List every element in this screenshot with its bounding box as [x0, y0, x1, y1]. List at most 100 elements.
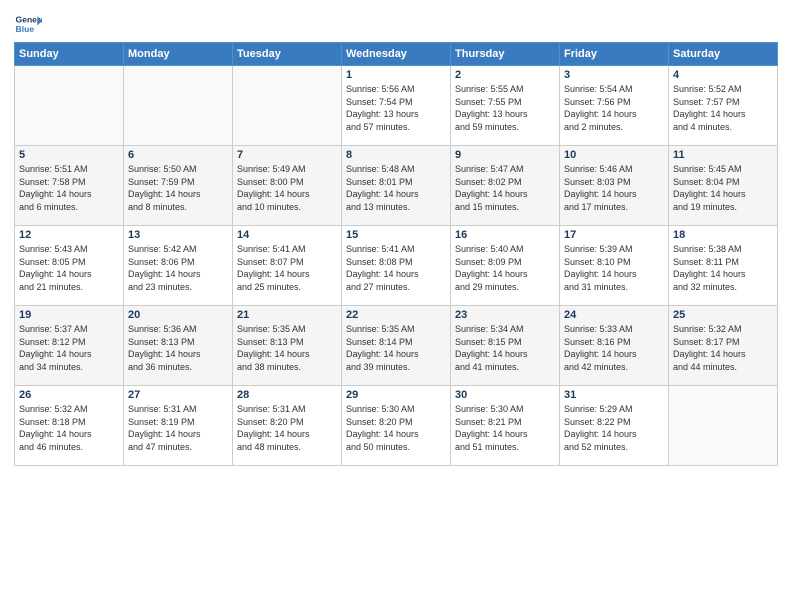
week-row-1: 5 Sunrise: 5:51 AM Sunset: 7:58 PM Daylig… [15, 146, 778, 226]
day-info: Sunrise: 5:45 AM Sunset: 8:04 PM Dayligh… [673, 163, 773, 213]
day-info: Sunrise: 5:47 AM Sunset: 8:02 PM Dayligh… [455, 163, 555, 213]
day-number: 29 [346, 389, 446, 401]
day-number: 28 [237, 389, 337, 401]
day-info: Sunrise: 5:31 AM Sunset: 8:19 PM Dayligh… [128, 403, 228, 453]
day-cell: 20Sunrise: 5:36 AM Sunset: 8:13 PM Dayli… [124, 306, 233, 386]
day-number: 27 [128, 389, 228, 401]
day-header-sunday: Sunday [15, 43, 124, 66]
day-cell: 4Sunrise: 5:52 AM Sunset: 7:57 PM Daylig… [669, 66, 778, 146]
day-info: Sunrise: 5:38 AM Sunset: 8:11 PM Dayligh… [673, 243, 773, 293]
day-number: 15 [346, 229, 446, 241]
day-cell: 1 Sunrise: 5:56 AM Sunset: 7:54 PM Daylig… [342, 66, 451, 146]
day-cell [15, 66, 124, 146]
calendar-header: SundayMondayTuesdayWednesdayThursdayFrid… [15, 43, 778, 66]
day-number: 19 [19, 309, 119, 321]
day-info: Sunrise: 5:46 AM Sunset: 8:03 PM Dayligh… [564, 163, 664, 213]
day-number: 14 [237, 229, 337, 241]
day-cell [669, 386, 778, 466]
day-cell [124, 66, 233, 146]
day-cell: 24Sunrise: 5:33 AM Sunset: 8:16 PM Dayli… [560, 306, 669, 386]
day-info: Sunrise: 5:35 AM Sunset: 8:13 PM Dayligh… [237, 323, 337, 373]
day-info: Sunrise: 5:37 AM Sunset: 8:12 PM Dayligh… [19, 323, 119, 373]
day-number: 6 [128, 149, 228, 161]
day-info: Sunrise: 5:35 AM Sunset: 8:14 PM Dayligh… [346, 323, 446, 373]
day-info: Sunrise: 5:43 AM Sunset: 8:05 PM Dayligh… [19, 243, 119, 293]
day-cell: 26 Sunrise: 5:32 AM Sunset: 8:18 PM Dayli… [15, 386, 124, 466]
day-cell: 19 Sunrise: 5:37 AM Sunset: 8:12 PM Dayli… [15, 306, 124, 386]
day-cell: 18 Sunrise: 5:38 AM Sunset: 8:11 PM Dayli… [669, 226, 778, 306]
week-row-0: 1 Sunrise: 5:56 AM Sunset: 7:54 PM Daylig… [15, 66, 778, 146]
day-number: 12 [19, 229, 119, 241]
day-number: 11 [673, 149, 773, 161]
day-info: Sunrise: 5:49 AM Sunset: 8:00 PM Dayligh… [237, 163, 337, 213]
day-cell: 11 Sunrise: 5:45 AM Sunset: 8:04 PM Dayli… [669, 146, 778, 226]
day-number: 17 [564, 229, 664, 241]
day-header-wednesday: Wednesday [342, 43, 451, 66]
day-number: 9 [455, 149, 555, 161]
day-cell: 9 Sunrise: 5:47 AM Sunset: 8:02 PM Daylig… [451, 146, 560, 226]
day-cell: 7Sunrise: 5:49 AM Sunset: 8:00 PM Daylig… [233, 146, 342, 226]
day-header-tuesday: Tuesday [233, 43, 342, 66]
day-cell: 29 Sunrise: 5:30 AM Sunset: 8:20 PM Dayli… [342, 386, 451, 466]
day-cell: 28 Sunrise: 5:31 AM Sunset: 8:20 PM Dayli… [233, 386, 342, 466]
day-info: Sunrise: 5:30 AM Sunset: 8:20 PM Dayligh… [346, 403, 446, 453]
day-info: Sunrise: 5:51 AM Sunset: 7:58 PM Dayligh… [19, 163, 119, 213]
day-info: Sunrise: 5:36 AM Sunset: 8:13 PM Dayligh… [128, 323, 228, 373]
svg-text:Blue: Blue [16, 24, 35, 34]
day-number: 1 [346, 69, 446, 81]
day-header-thursday: Thursday [451, 43, 560, 66]
day-header-friday: Friday [560, 43, 669, 66]
day-cell: 21 Sunrise: 5:35 AM Sunset: 8:13 PM Dayli… [233, 306, 342, 386]
day-info: Sunrise: 5:34 AM Sunset: 8:15 PM Dayligh… [455, 323, 555, 373]
week-row-4: 26 Sunrise: 5:32 AM Sunset: 8:18 PM Dayli… [15, 386, 778, 466]
day-header-saturday: Saturday [669, 43, 778, 66]
day-cell: 25Sunrise: 5:32 AM Sunset: 8:17 PM Dayli… [669, 306, 778, 386]
day-info: Sunrise: 5:56 AM Sunset: 7:54 PM Dayligh… [346, 83, 446, 133]
day-info: Sunrise: 5:30 AM Sunset: 8:21 PM Dayligh… [455, 403, 555, 453]
calendar-table: SundayMondayTuesdayWednesdayThursdayFrid… [14, 42, 778, 466]
day-info: Sunrise: 5:54 AM Sunset: 7:56 PM Dayligh… [564, 83, 664, 133]
day-number: 13 [128, 229, 228, 241]
day-number: 21 [237, 309, 337, 321]
day-cell: 2 Sunrise: 5:55 AM Sunset: 7:55 PM Daylig… [451, 66, 560, 146]
header-row: SundayMondayTuesdayWednesdayThursdayFrid… [15, 43, 778, 66]
day-number: 22 [346, 309, 446, 321]
day-cell: 31Sunrise: 5:29 AM Sunset: 8:22 PM Dayli… [560, 386, 669, 466]
day-info: Sunrise: 5:33 AM Sunset: 8:16 PM Dayligh… [564, 323, 664, 373]
day-number: 16 [455, 229, 555, 241]
day-info: Sunrise: 5:32 AM Sunset: 8:17 PM Dayligh… [673, 323, 773, 373]
day-cell: 3 Sunrise: 5:54 AM Sunset: 7:56 PM Daylig… [560, 66, 669, 146]
day-cell: 17 Sunrise: 5:39 AM Sunset: 8:10 PM Dayli… [560, 226, 669, 306]
day-number: 5 [19, 149, 119, 161]
day-info: Sunrise: 5:41 AM Sunset: 8:07 PM Dayligh… [237, 243, 337, 293]
day-number: 26 [19, 389, 119, 401]
day-cell: 23Sunrise: 5:34 AM Sunset: 8:15 PM Dayli… [451, 306, 560, 386]
day-info: Sunrise: 5:41 AM Sunset: 8:08 PM Dayligh… [346, 243, 446, 293]
day-info: Sunrise: 5:29 AM Sunset: 8:22 PM Dayligh… [564, 403, 664, 453]
day-cell: 27 Sunrise: 5:31 AM Sunset: 8:19 PM Dayli… [124, 386, 233, 466]
logo: General Blue [14, 10, 42, 38]
day-number: 30 [455, 389, 555, 401]
day-cell: 30 Sunrise: 5:30 AM Sunset: 8:21 PM Dayli… [451, 386, 560, 466]
day-info: Sunrise: 5:42 AM Sunset: 8:06 PM Dayligh… [128, 243, 228, 293]
header: General Blue [14, 10, 778, 38]
day-info: Sunrise: 5:50 AM Sunset: 7:59 PM Dayligh… [128, 163, 228, 213]
day-cell: 13 Sunrise: 5:42 AM Sunset: 8:06 PM Dayli… [124, 226, 233, 306]
day-cell: 16 Sunrise: 5:40 AM Sunset: 8:09 PM Dayli… [451, 226, 560, 306]
day-number: 3 [564, 69, 664, 81]
day-info: Sunrise: 5:39 AM Sunset: 8:10 PM Dayligh… [564, 243, 664, 293]
day-info: Sunrise: 5:31 AM Sunset: 8:20 PM Dayligh… [237, 403, 337, 453]
day-info: Sunrise: 5:55 AM Sunset: 7:55 PM Dayligh… [455, 83, 555, 133]
day-cell: 22 Sunrise: 5:35 AM Sunset: 8:14 PM Dayli… [342, 306, 451, 386]
day-cell: 6 Sunrise: 5:50 AM Sunset: 7:59 PM Daylig… [124, 146, 233, 226]
day-number: 2 [455, 69, 555, 81]
day-info: Sunrise: 5:40 AM Sunset: 8:09 PM Dayligh… [455, 243, 555, 293]
calendar-body: 1 Sunrise: 5:56 AM Sunset: 7:54 PM Daylig… [15, 66, 778, 466]
day-number: 18 [673, 229, 773, 241]
day-cell: 12 Sunrise: 5:43 AM Sunset: 8:05 PM Dayli… [15, 226, 124, 306]
day-info: Sunrise: 5:32 AM Sunset: 8:18 PM Dayligh… [19, 403, 119, 453]
day-number: 10 [564, 149, 664, 161]
page-container: General Blue SundayMondayTuesdayWednesda… [0, 0, 792, 476]
day-cell: 15 Sunrise: 5:41 AM Sunset: 8:08 PM Dayli… [342, 226, 451, 306]
day-info: Sunrise: 5:48 AM Sunset: 8:01 PM Dayligh… [346, 163, 446, 213]
